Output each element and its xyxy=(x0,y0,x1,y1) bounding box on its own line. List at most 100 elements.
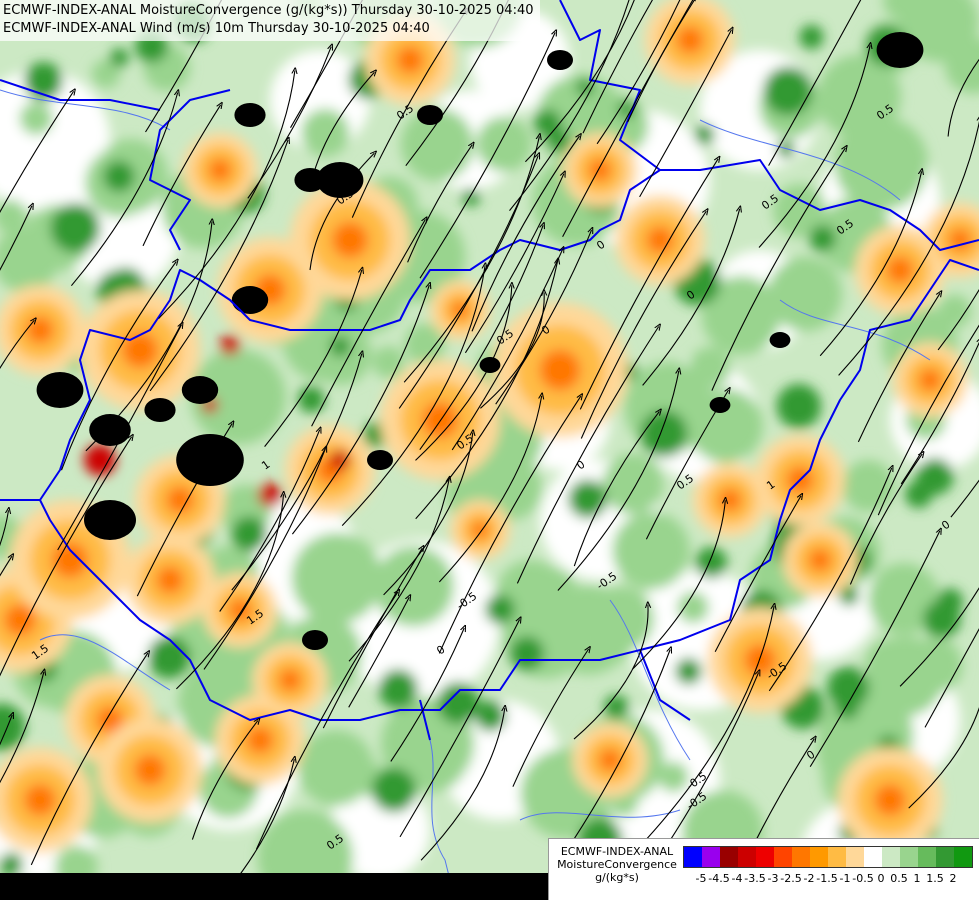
extreme-divergence-core xyxy=(84,444,116,476)
strong-convergence-blob xyxy=(904,480,933,509)
legend-tick-label: 0 xyxy=(877,872,885,885)
strong-convergence-blob xyxy=(936,588,964,615)
legend-tick-label: 1.5 xyxy=(926,872,944,885)
convergence-blob xyxy=(683,418,715,449)
strong-convergence-core xyxy=(876,32,924,68)
legend-swatch xyxy=(720,847,738,867)
convergence-blob xyxy=(372,346,405,379)
legend-swatch xyxy=(864,847,882,867)
strong-convergence-core xyxy=(367,450,393,470)
map-title: ECMWF-INDEX-ANAL MoistureConvergence (g/… xyxy=(0,0,540,41)
divergence-core xyxy=(588,158,612,182)
legend-color-scale xyxy=(683,846,973,868)
title-moisture-convergence: ECMWF-INDEX-ANAL MoistureConvergence (g/… xyxy=(3,3,534,18)
divergence-core xyxy=(208,158,232,182)
divergence-core xyxy=(52,542,88,578)
strong-convergence-core xyxy=(144,398,176,422)
bottom-black-bar xyxy=(0,873,552,900)
divergence-core xyxy=(278,668,302,692)
divergence-core xyxy=(598,748,622,772)
color-legend: ECMWF-INDEX-ANAL MoistureConvergence g/(… xyxy=(548,838,979,900)
strong-convergence-blob xyxy=(485,594,516,625)
divergence-core xyxy=(4,604,36,636)
strong-convergence-blob xyxy=(675,657,702,685)
legend-swatch xyxy=(738,847,756,867)
divergence-core xyxy=(918,368,942,392)
legend-title: ECMWF-INDEX-ANAL MoistureConvergence g/(… xyxy=(553,845,681,884)
legend-swatch xyxy=(774,847,792,867)
legend-swatch xyxy=(846,847,864,867)
strong-convergence-blob xyxy=(371,767,417,813)
strong-convergence-blob xyxy=(147,635,191,679)
legend-tick-label: 1 xyxy=(913,872,921,885)
strong-convergence-core xyxy=(547,50,573,70)
legend-tick-label: -4 xyxy=(731,872,743,885)
legend-tick-label: -3.5 xyxy=(744,872,766,885)
legend-swatch xyxy=(900,847,918,867)
title-wind: ECMWF-INDEX-ANAL Wind (m/s) 10m Thursday… xyxy=(3,21,430,36)
divergence-core xyxy=(676,26,704,54)
legend-swatch xyxy=(828,847,846,867)
strong-convergence-blob xyxy=(509,636,545,671)
strong-convergence-blob xyxy=(329,336,351,357)
extreme-divergence-core xyxy=(220,335,240,355)
legend-tick-label: -0.5 xyxy=(852,872,874,885)
convergence-blob xyxy=(373,545,455,627)
legend-swatch xyxy=(756,847,774,867)
strong-convergence-blob xyxy=(640,410,688,458)
convergence-blob xyxy=(301,108,350,157)
strong-convergence-core xyxy=(36,372,84,408)
strong-convergence-blob xyxy=(809,225,837,253)
strong-convergence-core xyxy=(181,376,219,404)
convergence-blob xyxy=(834,76,884,126)
convergence-blob xyxy=(291,532,383,624)
convergence-blob xyxy=(689,347,731,389)
legend-swatch xyxy=(882,847,900,867)
strong-convergence-blob xyxy=(603,694,629,720)
legend-tick-label: -2 xyxy=(803,872,815,885)
convergence-blob xyxy=(857,129,901,172)
weather-map: 0.50-0.511.50.50-0.50.501.50.50-0.50.500… xyxy=(0,0,979,900)
convergence-blob xyxy=(767,256,843,332)
divergence-core xyxy=(24,784,56,816)
legend-tick-label: 2 xyxy=(949,872,957,885)
legend-tick-labels: -5 -4.5 -4 -3.5 -3 -2.5 -2 -1.5 -1 -0.5 0 0.5 1 1.5 2 xyxy=(683,872,975,888)
strong-convergence-blob xyxy=(50,202,101,253)
legend-tick-label: -5 xyxy=(695,872,707,885)
divergence-core xyxy=(166,486,194,514)
convergence-blob xyxy=(476,116,532,172)
extreme-divergence-core xyxy=(258,483,282,507)
strong-convergence-blob xyxy=(835,695,860,720)
legend-tick-label: -3 xyxy=(767,872,779,885)
divergence-core xyxy=(332,222,368,258)
moisture-convergence-field xyxy=(0,0,979,900)
strong-convergence-core xyxy=(417,105,443,125)
divergence-core xyxy=(539,349,581,391)
divergence-core xyxy=(122,332,158,368)
divergence-core xyxy=(718,488,742,512)
strong-convergence-blob xyxy=(799,24,824,50)
legend-tick-label: -1.5 xyxy=(816,872,838,885)
divergence-core xyxy=(396,46,424,74)
strong-convergence-core xyxy=(769,332,791,348)
divergence-core xyxy=(808,548,832,572)
legend-swatch xyxy=(684,847,702,867)
strong-convergence-blob xyxy=(461,188,480,207)
convergence-blob xyxy=(677,591,709,624)
legend-tick-label: -1 xyxy=(839,872,851,885)
strong-convergence-blob xyxy=(109,48,129,68)
convergence-blob xyxy=(612,511,690,590)
legend-swatch xyxy=(954,847,972,867)
divergence-core xyxy=(422,402,458,438)
convergence-blob xyxy=(602,453,664,515)
legend-tick-label: 0.5 xyxy=(890,872,908,885)
legend-swatch xyxy=(936,847,954,867)
strong-convergence-blob xyxy=(378,669,419,709)
divergence-core xyxy=(874,784,906,816)
legend-title-line: g/(kg*s) xyxy=(595,871,639,884)
strong-convergence-core xyxy=(302,630,328,650)
legend-tick-label: -4.5 xyxy=(708,872,730,885)
strong-convergence-blob xyxy=(763,66,813,116)
strong-convergence-blob xyxy=(437,681,480,725)
strong-convergence-core xyxy=(84,500,136,540)
